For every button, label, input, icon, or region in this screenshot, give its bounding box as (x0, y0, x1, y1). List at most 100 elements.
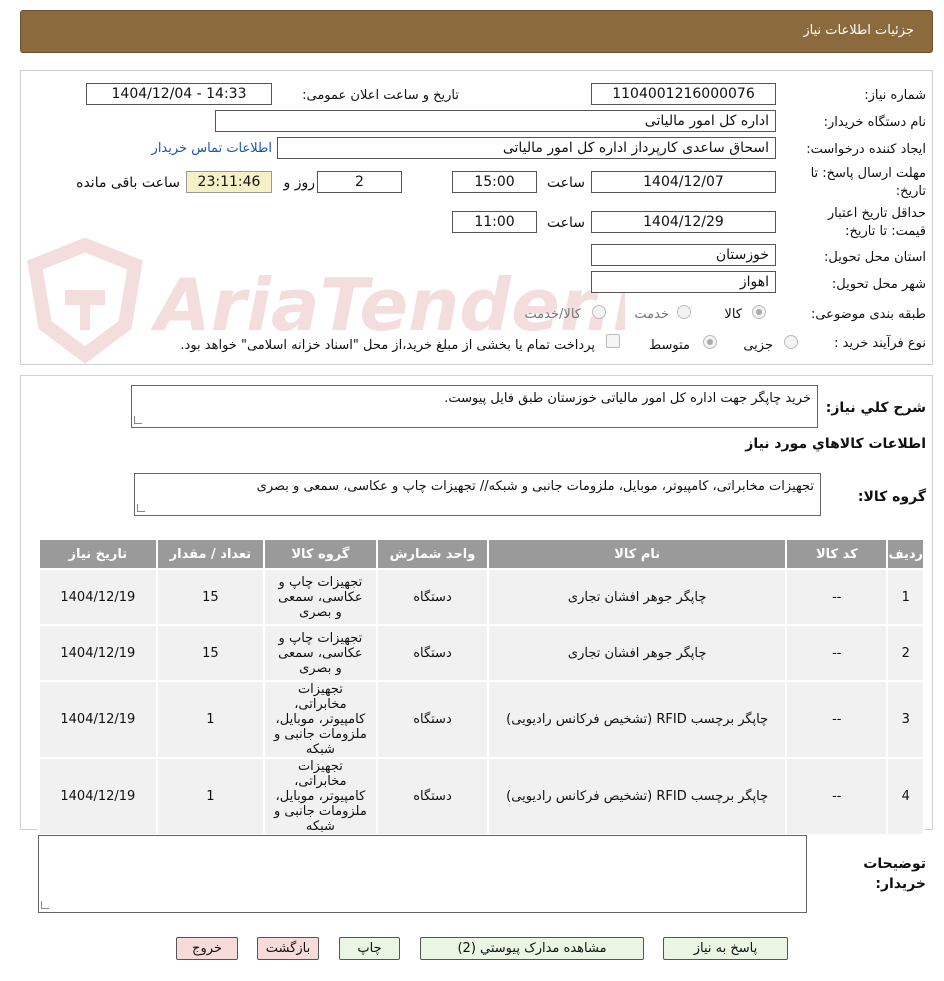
summary-label: شرح کلي نياز: (825, 400, 926, 416)
cell-code: -- (785, 680, 889, 759)
cell-qty: 1 (155, 757, 266, 836)
treasury-note: پرداخت تمام یا بخشی از مبلغ خرید،از محل … (180, 338, 595, 353)
reply-days-label: روز و (283, 175, 316, 191)
reply-deadline-time: 15:00 (452, 171, 537, 193)
category-radio-goods[interactable] (752, 305, 766, 319)
cell-group: تجهیزات چاپ و عکاسی، سمعی و بصری (263, 624, 378, 682)
buyer-notes-label-1: توضیحات (863, 856, 926, 872)
validity-time-label: ساعت (546, 215, 585, 231)
remaining-timer: 23:11:46 (186, 171, 272, 193)
watermark-text: AriaTender.neT (150, 263, 625, 347)
validity-date: 1404/12/29 (591, 211, 776, 233)
col-name: نام کالا (487, 538, 788, 570)
header-bar: جزئیات اطلاعات نیاز (20, 10, 933, 53)
back-button[interactable]: بازگشت (257, 937, 319, 960)
reply-button[interactable]: پاسخ به نیاز (663, 937, 788, 960)
goods-group-textarea[interactable]: تجهیزات مخابراتی، کامپیوتر، موبایل، ملزو… (134, 473, 821, 516)
process-radio-medium[interactable] (703, 335, 717, 349)
need-number-field: 1104001216000076 (591, 83, 776, 105)
city-label: شهر محل تحویل: (831, 277, 926, 292)
treasury-checkbox[interactable] (606, 334, 620, 348)
cell-name: چاپگر برچسب RFID (تشخیص فرکانس رادیویی) (487, 680, 788, 759)
province-field: خوزستان (591, 244, 776, 266)
category-radio-goods-service[interactable] (592, 305, 606, 319)
process-medium-label: متوسط (649, 338, 690, 353)
need-number-label: شماره نیاز: (864, 88, 926, 103)
cell-name: چاپگر جوهر افشان تجاری (487, 568, 788, 626)
exit-button[interactable]: خروج (176, 937, 238, 960)
cell-code: -- (785, 624, 889, 682)
summary-textarea[interactable]: خرید چاپگر جهت اداره کل امور مالیاتی خوز… (131, 385, 818, 428)
goods-group-resize-handle[interactable] (137, 504, 145, 512)
table-row: 4 -- چاپگر برچسب RFID (تشخیص فرکانس رادی… (38, 757, 925, 836)
announce-label: تاریخ و ساعت اعلان عمومی: (302, 88, 459, 103)
category-goods-service-label: کالا/خدمت (524, 307, 581, 322)
process-minor-label: جزیی (743, 338, 773, 353)
buyer-org-label: نام دستگاه خریدار: (823, 115, 926, 130)
buyer-notes-label-2: خریدار: (875, 876, 926, 892)
summary-resize-handle[interactable] (134, 416, 142, 424)
reply-time-label: ساعت (546, 175, 585, 191)
reply-deadline-date: 1404/12/07 (591, 171, 776, 193)
goods-info-title: اطلاعات کالاهاي مورد نياز (745, 436, 926, 452)
cell-row: 1 (886, 568, 925, 626)
goods-group-label: گروه کالا: (857, 489, 926, 505)
requester-field: اسحاق ساعدی کارپرداز اداره کل امور مالیا… (277, 137, 776, 159)
province-label: استان محل تحویل: (824, 250, 926, 265)
items-table: ردیف کد کالا نام کالا واحد شمارش گروه کا… (38, 538, 925, 836)
table-row: 2 -- چاپگر جوهر افشان تجاری دستگاه تجهیز… (38, 624, 925, 682)
cell-date: 1404/12/19 (38, 757, 158, 836)
col-code: کد کالا (785, 538, 889, 570)
category-goods-label: کالا (724, 307, 742, 322)
cell-unit: دستگاه (375, 757, 490, 836)
validity-time: 11:00 (452, 211, 537, 233)
cell-date: 1404/12/19 (38, 624, 158, 682)
col-row: ردیف (886, 538, 925, 570)
cell-row: 2 (886, 624, 925, 682)
buyer-notes-textarea[interactable] (38, 835, 807, 913)
page-title: جزئیات اطلاعات نیاز (803, 23, 914, 38)
cell-row: 4 (886, 757, 925, 836)
col-qty: تعداد / مقدار (155, 538, 266, 570)
watermark-key-icon (65, 290, 105, 330)
cell-code: -- (785, 757, 889, 836)
col-group: گروه کالا (263, 538, 378, 570)
reply-deadline-label-1: مهلت ارسال پاسخ: تا (810, 166, 926, 181)
reply-days-field: 2 (317, 171, 402, 193)
remaining-label: ساعت باقی مانده (76, 175, 180, 191)
requester-label: ایجاد کننده درخواست: (806, 142, 926, 157)
col-date: تاریخ نیاز (38, 538, 158, 570)
cell-row: 3 (886, 680, 925, 759)
city-field: اهواز (591, 271, 776, 293)
buyer-contact-link[interactable]: اطلاعات تماس خریدار (152, 141, 272, 156)
table-row: 1 -- چاپگر جوهر افشان تجاری دستگاه تجهیز… (38, 568, 925, 626)
cell-group: تجهیزات چاپ و عکاسی، سمعی و بصری (263, 568, 378, 626)
cell-unit: دستگاه (375, 624, 490, 682)
reply-deadline-label-2: تاریخ: (895, 184, 926, 199)
cell-date: 1404/12/19 (38, 680, 158, 759)
process-radio-minor[interactable] (784, 335, 798, 349)
print-button[interactable]: چاپ (339, 937, 400, 960)
col-unit: واحد شمارش (375, 538, 490, 570)
cell-unit: دستگاه (375, 568, 490, 626)
cell-group: تجهیزات مخابراتی، کامپیوتر، موبایل، ملزو… (263, 757, 378, 836)
buyer-org-field: اداره کل امور مالیاتی (215, 110, 776, 132)
cell-date: 1404/12/19 (38, 568, 158, 626)
category-radio-service[interactable] (677, 305, 691, 319)
cell-code: -- (785, 568, 889, 626)
cell-qty: 1 (155, 680, 266, 759)
cell-qty: 15 (155, 568, 266, 626)
cell-qty: 15 (155, 624, 266, 682)
cell-unit: دستگاه (375, 680, 490, 759)
items-table-header: ردیف کد کالا نام کالا واحد شمارش گروه کا… (38, 538, 925, 570)
cell-group: تجهیزات مخابراتی، کامپیوتر، موبایل، ملزو… (263, 680, 378, 759)
process-label: نوع فرآیند خرید : (834, 336, 926, 351)
cell-name: چاپگر برچسب RFID (تشخیص فرکانس رادیویی) (487, 757, 788, 836)
category-label: طبقه بندی موضوعی: (810, 307, 926, 322)
announce-field: 1404/12/04 - 14:33 (86, 83, 272, 105)
category-service-label: خدمت (634, 307, 669, 322)
view-documents-button[interactable]: مشاهده مدارک پیوستي (2) (420, 937, 644, 960)
table-row: 3 -- چاپگر برچسب RFID (تشخیص فرکانس رادی… (38, 680, 925, 759)
validity-label-1: حداقل تاریخ اعتبار (827, 206, 926, 221)
buyer-notes-resize-handle[interactable] (41, 901, 49, 909)
